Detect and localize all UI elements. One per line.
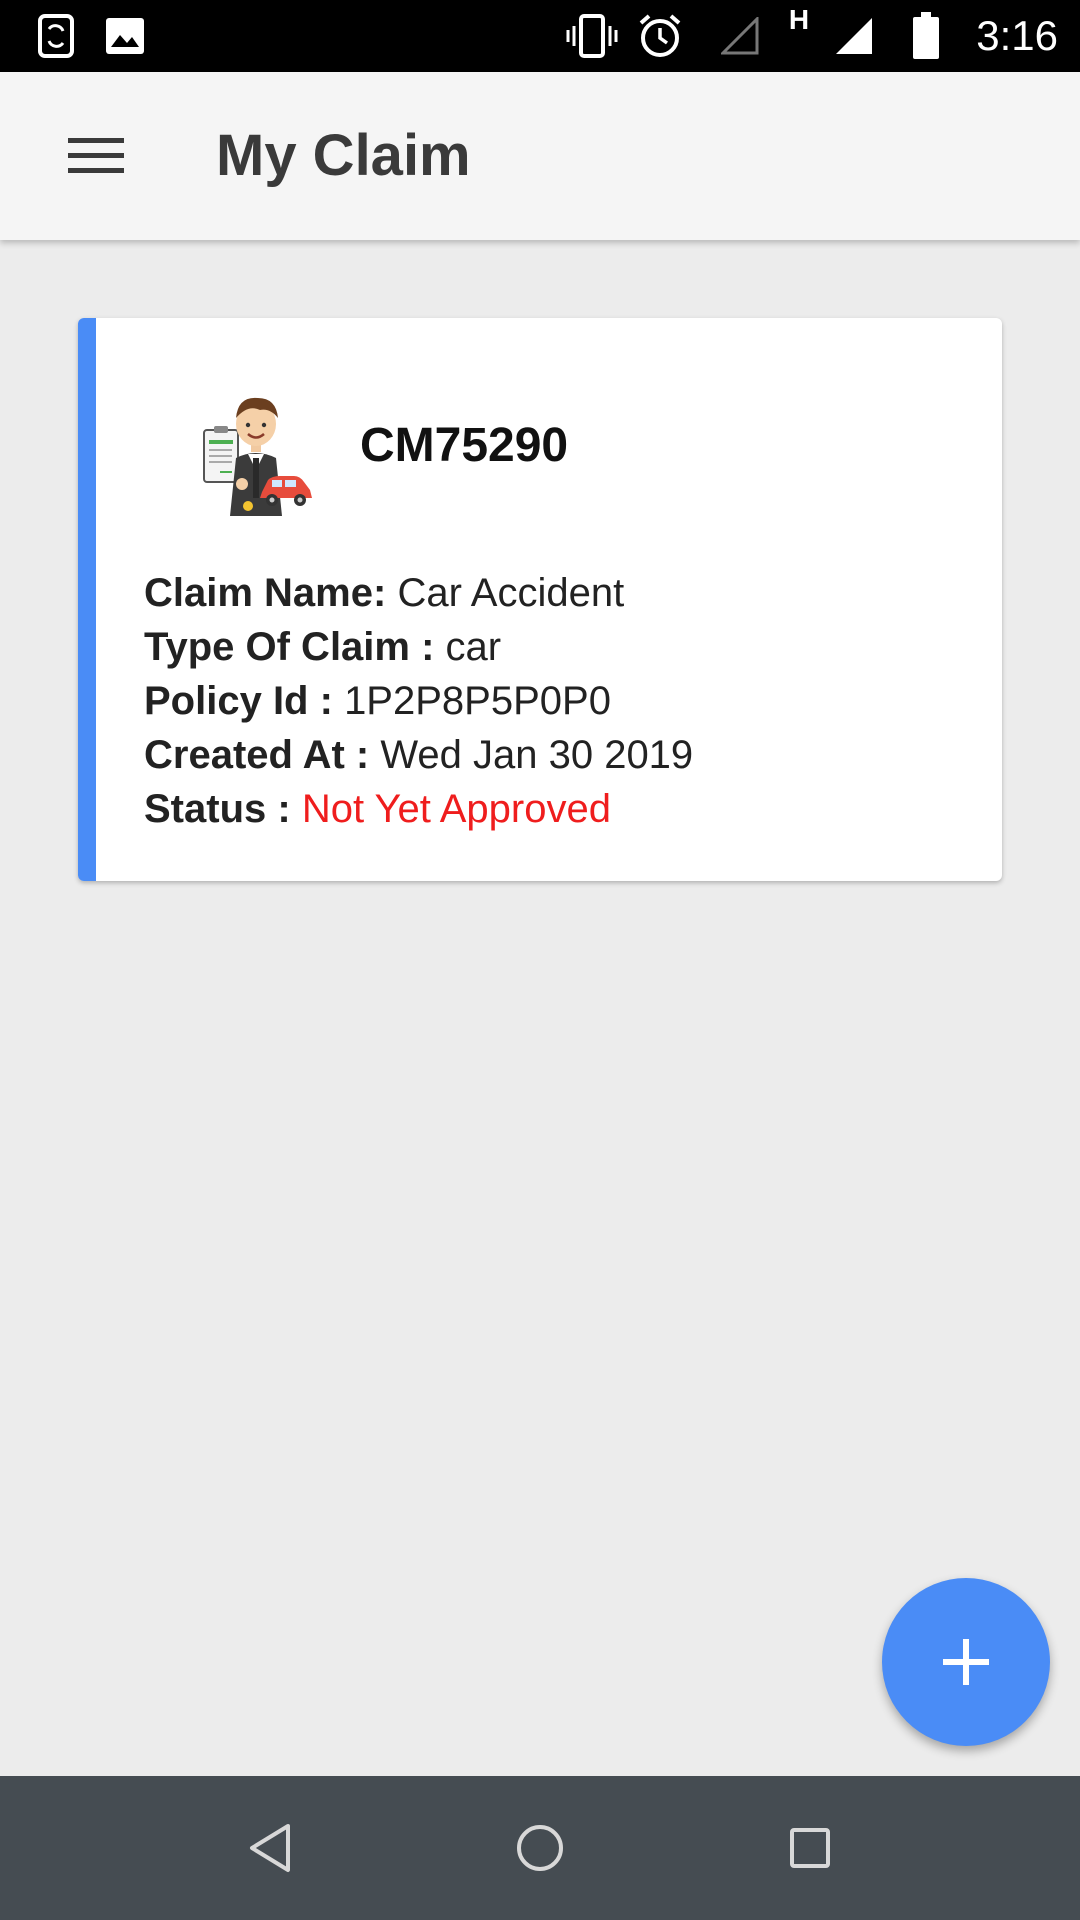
plus-icon <box>943 1639 989 1685</box>
recents-icon <box>790 1828 830 1868</box>
claim-type-row: Type Of Claim : car <box>144 620 693 674</box>
claim-agent-illustration <box>196 388 316 518</box>
claim-name-value: Car Accident <box>397 571 625 615</box>
policy-id-value: 1P2P8P5P0P0 <box>344 679 611 723</box>
network-type-label: H <box>788 4 810 35</box>
status-bar: H 3:16 <box>0 0 1080 72</box>
claim-card[interactable]: CM75290 Claim Name: Car Accident Type Of… <box>78 318 1002 881</box>
created-at-label: Created At : <box>144 733 370 777</box>
page-title: My Claim <box>216 123 471 188</box>
policy-id-label: Policy Id : <box>144 679 333 723</box>
alarm-icon <box>636 0 684 72</box>
recents-button[interactable] <box>770 1808 850 1888</box>
signal-empty-icon <box>720 0 760 72</box>
back-button[interactable] <box>230 1808 310 1888</box>
battery-icon <box>910 0 942 72</box>
home-button[interactable] <box>500 1808 580 1888</box>
claim-name-row: Claim Name: Car Accident <box>144 566 693 620</box>
home-icon <box>517 1825 563 1871</box>
add-claim-button[interactable] <box>882 1578 1050 1746</box>
status-label: Status : <box>144 787 291 831</box>
image-icon <box>104 0 146 72</box>
status-row: Status : Not Yet Approved <box>144 782 693 836</box>
vibrate-icon <box>566 0 618 72</box>
created-at-value: Wed Jan 30 2019 <box>380 733 694 777</box>
claim-name-label: Claim Name: <box>144 571 387 615</box>
signal-full-icon <box>832 0 876 72</box>
claim-id: CM75290 <box>360 419 569 472</box>
back-icon <box>250 1824 290 1872</box>
menu-icon <box>68 138 124 173</box>
claim-type-value: car <box>445 625 502 669</box>
screen-rotation-icon <box>36 0 76 72</box>
status-time: 3:16 <box>976 12 1058 59</box>
app-bar: My Claim <box>0 72 1080 240</box>
card-accent-bar <box>78 318 96 881</box>
menu-button[interactable] <box>54 116 138 196</box>
claim-type-label: Type Of Claim : <box>144 625 435 669</box>
status-value: Not Yet Approved <box>301 787 611 831</box>
claim-details: Claim Name: Car Accident Type Of Claim :… <box>144 566 693 836</box>
system-nav-bar <box>0 1776 1080 1920</box>
created-at-row: Created At : Wed Jan 30 2019 <box>144 728 693 782</box>
policy-id-row: Policy Id : 1P2P8P5P0P0 <box>144 674 693 728</box>
